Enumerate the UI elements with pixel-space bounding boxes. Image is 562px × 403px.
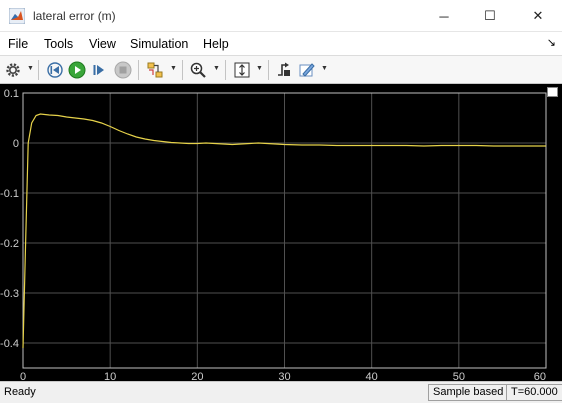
simulation-time-indicator: T=60.000 bbox=[506, 384, 562, 401]
y-tick-label: -0.2 bbox=[0, 238, 19, 250]
menu-simulation[interactable]: Simulation bbox=[130, 37, 188, 51]
stop-button[interactable] bbox=[113, 60, 133, 80]
x-tick-label: 10 bbox=[104, 371, 116, 381]
x-tick-label: 0 bbox=[20, 371, 26, 381]
triggers-button[interactable] bbox=[274, 60, 294, 80]
scope-chart[interactable]: 0.1 0 -0.1 -0.2 -0.3 -0.4 0 10 20 30 40 50 60 bbox=[0, 84, 562, 383]
status-ready-text: Ready bbox=[4, 386, 36, 398]
scope-plot-area[interactable]: 0.1 0 -0.1 -0.2 -0.3 -0.4 0 10 20 30 40 50 60 bbox=[0, 84, 562, 383]
y-tick-label: 0.1 bbox=[4, 88, 19, 100]
x-tick-label: 30 bbox=[278, 371, 290, 381]
close-icon: ✕ bbox=[532, 8, 544, 23]
y-tick-label: -0.3 bbox=[0, 288, 19, 300]
toolbar-separator bbox=[138, 60, 139, 80]
minimize-button[interactable]: ─ bbox=[421, 0, 467, 32]
autoscale-icon bbox=[234, 62, 250, 78]
menu-tools[interactable]: Tools bbox=[44, 37, 73, 51]
x-tick-label: 50 bbox=[453, 371, 465, 381]
triggers-icon bbox=[278, 62, 290, 76]
x-tick-label: 60 bbox=[534, 371, 546, 381]
run-icon bbox=[68, 61, 86, 79]
toolbar-separator bbox=[38, 60, 39, 80]
title-bar: lateral error (m) ─ ☐ ✕ bbox=[0, 0, 562, 32]
matlab-logo-icon bbox=[9, 8, 25, 24]
maximize-button[interactable]: ☐ bbox=[467, 0, 513, 32]
menu-help[interactable]: Help bbox=[203, 37, 229, 51]
signal-select-dropdown-icon[interactable]: ▼ bbox=[170, 65, 177, 72]
collapse-toolbar-icon[interactable]: ↘ bbox=[547, 36, 556, 49]
step-forward-icon bbox=[93, 65, 104, 75]
step-back-button[interactable] bbox=[45, 60, 65, 80]
signal-select-button[interactable] bbox=[145, 60, 165, 80]
toolbar-separator bbox=[182, 60, 183, 80]
maximize-icon: ☐ bbox=[484, 8, 496, 23]
minimize-icon: ─ bbox=[439, 8, 449, 24]
zoom-button[interactable] bbox=[188, 60, 208, 80]
close-button[interactable]: ✕ bbox=[515, 0, 561, 32]
undock-icon[interactable] bbox=[547, 87, 558, 97]
y-tick-label: -0.1 bbox=[0, 188, 19, 200]
zoom-dropdown-icon[interactable]: ▼ bbox=[213, 65, 220, 72]
signal-select-icon bbox=[147, 62, 163, 78]
sample-mode-indicator: Sample based bbox=[428, 384, 509, 401]
step-forward-button[interactable] bbox=[89, 60, 109, 80]
autoscale-button[interactable] bbox=[232, 60, 252, 80]
highlight-icon bbox=[299, 63, 315, 77]
highlight-dropdown-icon[interactable]: ▼ bbox=[321, 65, 328, 72]
menu-view[interactable]: View bbox=[89, 37, 116, 51]
step-back-icon bbox=[47, 62, 63, 78]
menu-file[interactable]: File bbox=[8, 37, 28, 51]
highlight-button[interactable] bbox=[297, 60, 317, 80]
run-button[interactable] bbox=[67, 60, 87, 80]
x-tick-label: 40 bbox=[366, 371, 378, 381]
menu-bar: File Tools View Simulation Help ↘ bbox=[0, 32, 562, 56]
zoom-icon bbox=[190, 62, 206, 78]
toolbar-separator bbox=[225, 60, 226, 80]
window-title: lateral error (m) bbox=[33, 9, 116, 23]
toolbar-separator bbox=[268, 60, 269, 80]
y-tick-label: 0 bbox=[13, 138, 19, 150]
settings-button[interactable] bbox=[3, 60, 23, 80]
toolbar: ▼ ▼ ▼ ▼ ▼ bbox=[0, 56, 562, 84]
gear-icon bbox=[6, 63, 20, 77]
stop-icon bbox=[114, 61, 132, 79]
y-tick-label: -0.4 bbox=[0, 338, 19, 350]
status-bar: Ready Sample based T=60.000 bbox=[0, 381, 562, 403]
settings-dropdown-icon[interactable]: ▼ bbox=[27, 65, 34, 72]
autoscale-dropdown-icon[interactable]: ▼ bbox=[256, 65, 263, 72]
x-tick-label: 20 bbox=[191, 371, 203, 381]
